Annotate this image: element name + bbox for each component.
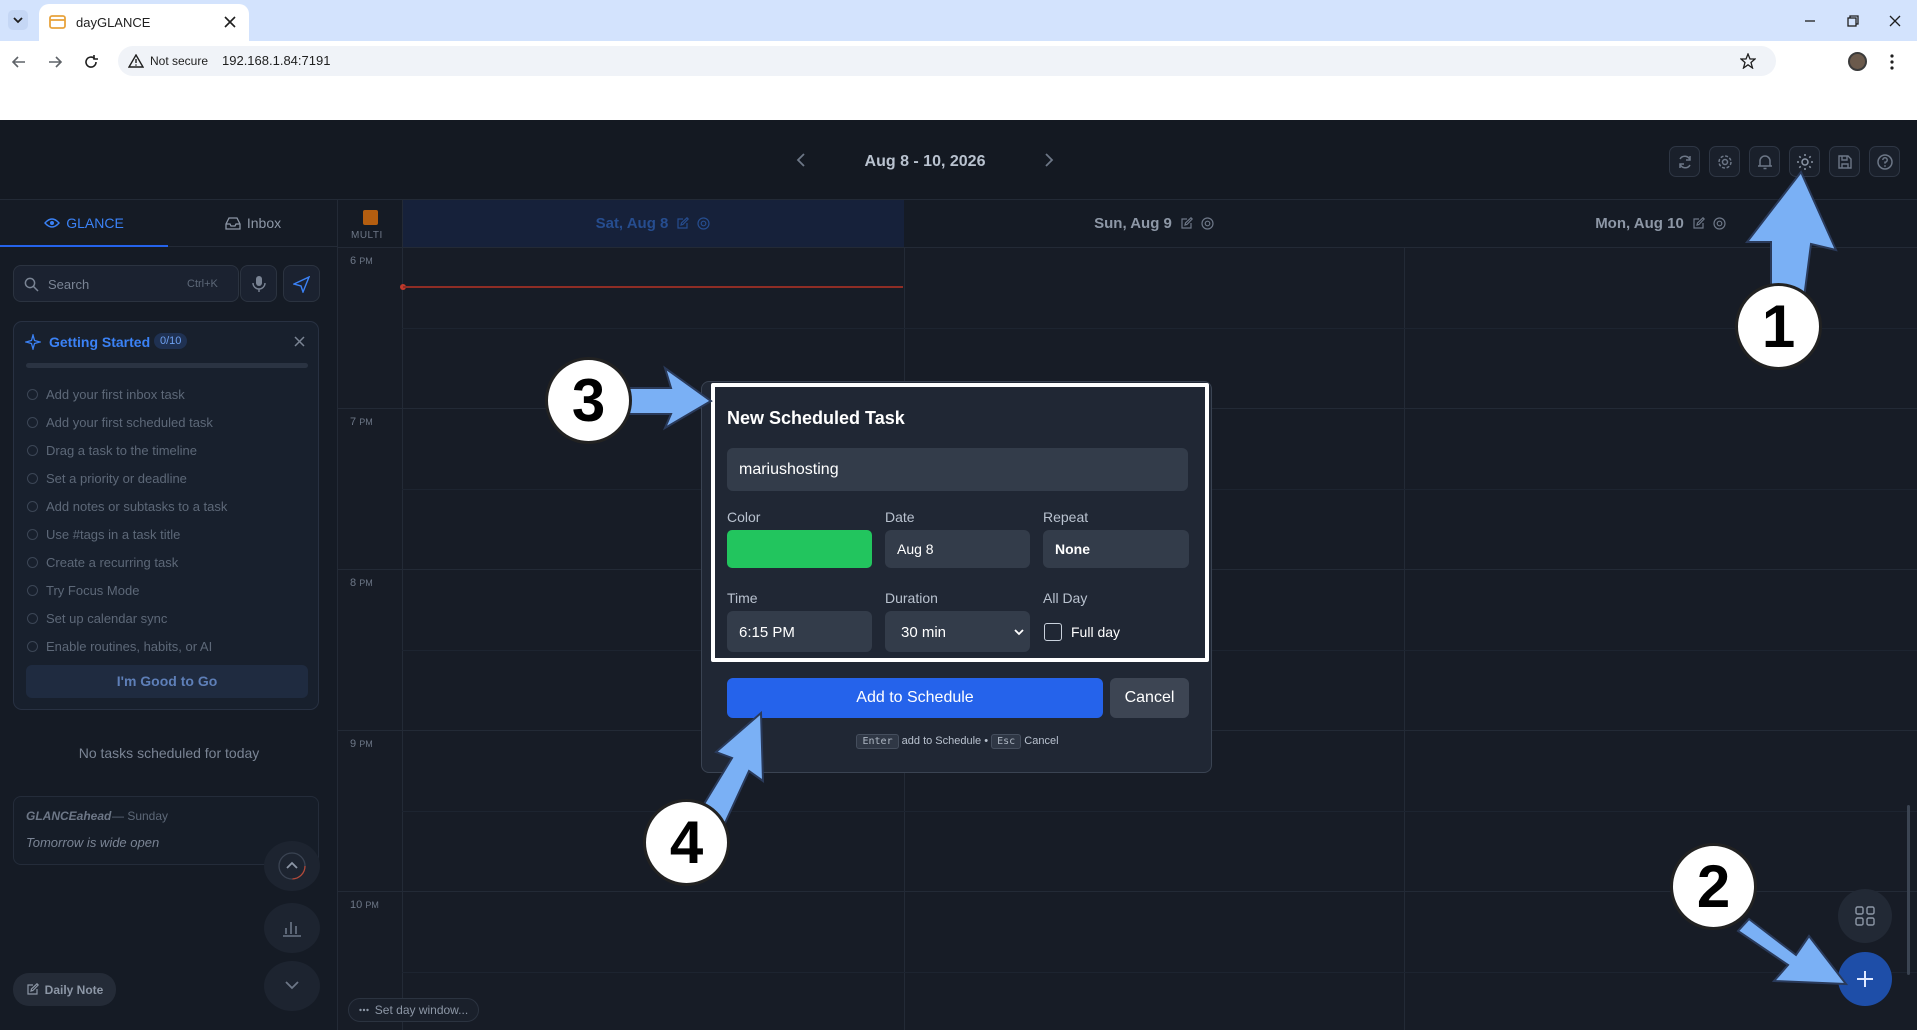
step-badge-4: 4 [643, 799, 730, 886]
step-badge-3: 3 [545, 357, 632, 444]
arrow-1 [1744, 170, 1838, 300]
arrow-2 [1736, 917, 1849, 986]
step-badge-2: 2 [1670, 843, 1757, 930]
annotation-arrows [627, 170, 1849, 986]
step-badge-1: 1 [1735, 283, 1822, 370]
arrow-3 [627, 365, 713, 431]
